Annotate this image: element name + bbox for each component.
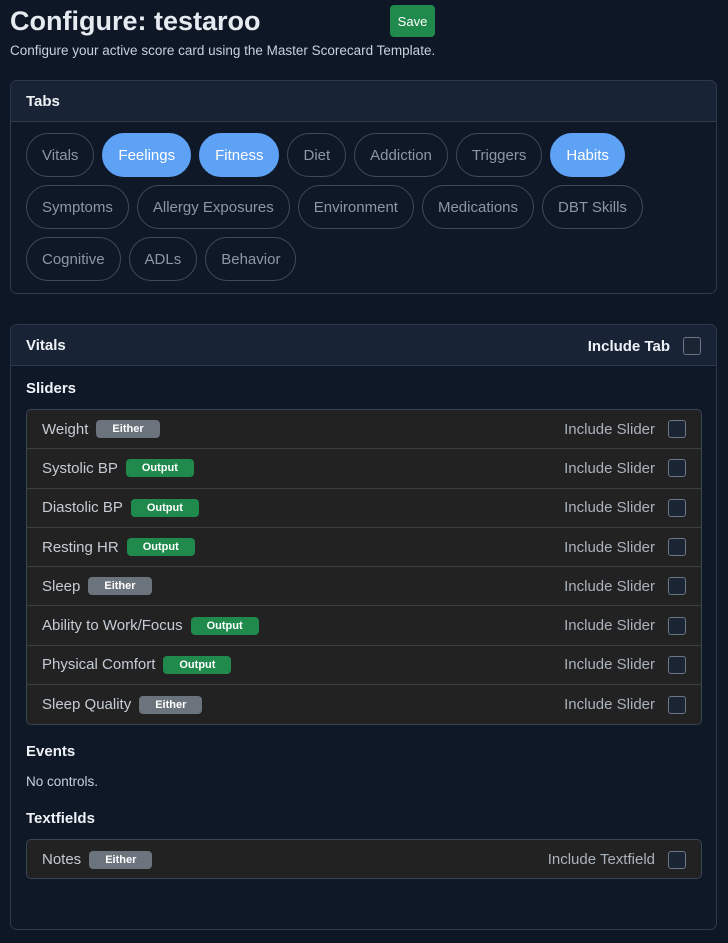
slider-label: Systolic BP bbox=[42, 459, 118, 477]
tab-pill-symptoms[interactable]: Symptoms bbox=[26, 185, 129, 229]
slider-list: Weight Either Include Slider Systolic BP Out… bbox=[26, 409, 702, 725]
tab-pill-medications[interactable]: Medications bbox=[421, 185, 535, 229]
include-slider-label: Include Slider bbox=[564, 420, 655, 438]
tab-pill-list: Vitals Feelings Fitness Diet Addiction Trigge… bbox=[26, 133, 706, 281]
include-slider-label: Include Slider bbox=[564, 538, 655, 556]
sliders-section-title: Sliders bbox=[26, 380, 77, 397]
include-slider-checkbox[interactable] bbox=[668, 695, 686, 714]
slider-label: Sleep bbox=[42, 577, 81, 595]
include-slider-control[interactable]: Include Slider bbox=[564, 577, 686, 596]
slider-row-physical-comfort: Physical Comfort Output Include Slider bbox=[27, 646, 701, 686]
include-slider-checkbox[interactable] bbox=[668, 577, 686, 596]
tab-pill-environment[interactable]: Environment bbox=[297, 185, 414, 229]
slider-row-sleep: Sleep Either Include Slider bbox=[27, 567, 701, 607]
page-subtitle: Configure your active score card using t… bbox=[10, 43, 436, 58]
io-type-badge: Output bbox=[190, 616, 259, 635]
include-textfield-checkbox[interactable] bbox=[668, 850, 686, 869]
events-section-title: Events bbox=[26, 743, 76, 760]
save-button[interactable]: Save bbox=[390, 5, 435, 37]
slider-label: Resting HR bbox=[42, 538, 119, 556]
slider-label: Ability to Work/Focus bbox=[42, 617, 183, 635]
include-slider-control[interactable]: Include Slider bbox=[564, 420, 686, 439]
slider-label: Diastolic BP bbox=[42, 499, 123, 517]
io-type-badge: Output bbox=[126, 538, 195, 557]
tabs-card-header: Tabs bbox=[11, 81, 716, 122]
include-slider-label: Include Slider bbox=[564, 459, 655, 477]
slider-row-weight: Weight Either Include Slider bbox=[27, 410, 701, 450]
include-slider-label: Include Slider bbox=[564, 499, 655, 517]
include-tab-checkbox[interactable] bbox=[683, 337, 701, 355]
tab-pill-allergy-exposures[interactable]: Allergy Exposures bbox=[136, 185, 290, 229]
textfields-section-title: Textfields bbox=[26, 810, 95, 827]
include-tab-control[interactable]: Include Tab bbox=[588, 337, 701, 355]
events-empty-text: No controls. bbox=[26, 774, 99, 789]
include-slider-label: Include Slider bbox=[564, 696, 655, 714]
tab-pill-addiction[interactable]: Addiction bbox=[354, 133, 448, 177]
slider-row-resting-hr: Resting HR Output Include Slider bbox=[27, 528, 701, 568]
tab-pill-habits[interactable]: Habits bbox=[550, 133, 625, 177]
include-slider-checkbox[interactable] bbox=[668, 538, 686, 557]
tab-pill-diet[interactable]: Diet bbox=[287, 133, 347, 177]
io-type-badge: Output bbox=[163, 655, 232, 674]
textfield-label: Notes bbox=[42, 851, 82, 869]
io-type-badge: Output bbox=[125, 459, 194, 478]
include-slider-checkbox[interactable] bbox=[668, 459, 686, 478]
include-slider-label: Include Slider bbox=[564, 656, 655, 674]
page-header: Configure: testaroo Save Configure your … bbox=[10, 4, 718, 62]
vitals-card: Vitals Include Tab Sliders Weight Either I… bbox=[10, 324, 717, 930]
tab-pill-cognitive[interactable]: Cognitive bbox=[26, 237, 121, 281]
slider-row-ability-to-work-focus: Ability to Work/Focus Output Include Slide… bbox=[27, 606, 701, 646]
vitals-card-title: Vitals bbox=[26, 336, 66, 354]
slider-row-diastolic-bp: Diastolic BP Output Include Slider bbox=[27, 489, 701, 528]
io-type-badge: Either bbox=[139, 695, 203, 714]
slider-label: Weight bbox=[42, 420, 89, 438]
tab-pill-adls[interactable]: ADLs bbox=[128, 237, 198, 281]
tab-pill-vitals[interactable]: Vitals bbox=[26, 133, 95, 177]
textfield-list: Notes Either Include Textfield bbox=[26, 839, 702, 879]
io-type-badge: Output bbox=[130, 498, 199, 517]
include-slider-checkbox[interactable] bbox=[668, 498, 686, 517]
vitals-card-header: Vitals Include Tab bbox=[11, 325, 716, 366]
tab-pill-fitness[interactable]: Fitness bbox=[199, 133, 280, 177]
include-slider-checkbox[interactable] bbox=[668, 616, 686, 635]
slider-label: Sleep Quality bbox=[42, 696, 132, 714]
include-slider-control[interactable]: Include Slider bbox=[564, 498, 686, 517]
include-slider-label: Include Slider bbox=[564, 617, 655, 635]
include-slider-checkbox[interactable] bbox=[668, 420, 686, 439]
tabs-card: Tabs Vitals Feelings Fitness Diet Addiction T… bbox=[10, 80, 717, 294]
slider-row-systolic-bp: Systolic BP Output Include Slider bbox=[27, 449, 701, 489]
include-slider-control[interactable]: Include Slider bbox=[564, 538, 686, 557]
slider-label: Physical Comfort bbox=[42, 656, 156, 674]
tab-pill-behavior[interactable]: Behavior bbox=[205, 237, 297, 281]
page-title: Configure: testaroo bbox=[10, 6, 261, 36]
include-textfield-control[interactable]: Include Textfield bbox=[547, 850, 686, 869]
include-slider-checkbox[interactable] bbox=[668, 655, 686, 674]
include-tab-label: Include Tab bbox=[587, 337, 670, 355]
slider-row-sleep-quality: Sleep Quality Either Include Slider bbox=[27, 685, 701, 724]
tab-pill-triggers[interactable]: Triggers bbox=[455, 133, 543, 177]
include-slider-label: Include Slider bbox=[564, 577, 655, 595]
io-type-badge: Either bbox=[88, 577, 152, 596]
textfield-row-notes: Notes Either Include Textfield bbox=[27, 840, 701, 878]
include-slider-control[interactable]: Include Slider bbox=[564, 655, 686, 674]
io-type-badge: Either bbox=[89, 850, 153, 869]
io-type-badge: Either bbox=[96, 420, 160, 439]
tab-pill-dbt-skills[interactable]: DBT Skills bbox=[542, 185, 643, 229]
include-slider-control[interactable]: Include Slider bbox=[564, 459, 686, 478]
include-slider-control[interactable]: Include Slider bbox=[564, 695, 686, 714]
tab-pill-feelings[interactable]: Feelings bbox=[102, 133, 192, 177]
tabs-card-title: Tabs bbox=[26, 92, 60, 110]
include-textfield-label: Include Textfield bbox=[547, 851, 655, 869]
include-slider-control[interactable]: Include Slider bbox=[564, 616, 686, 635]
